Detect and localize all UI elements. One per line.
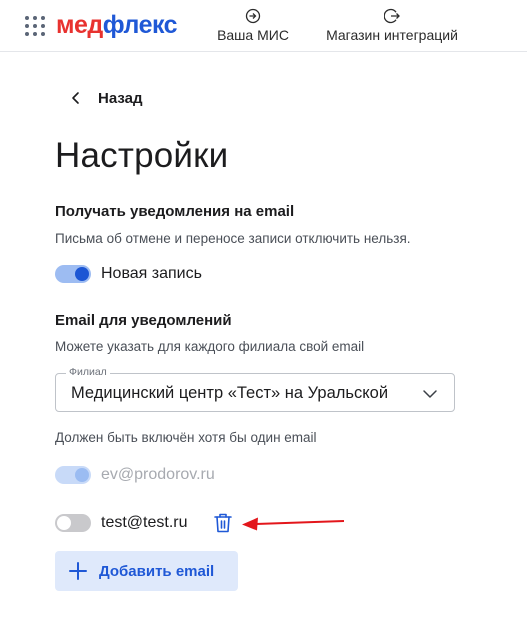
- emails-section-description: Можете указать для каждого филиала свой …: [55, 339, 365, 354]
- branch-select[interactable]: Филиал Медицинский центр «Тест» на Ураль…: [55, 366, 455, 412]
- emails-section-title: Email для уведомлений: [55, 312, 232, 329]
- top-bar: медфлекс Ваша МИС Магазин интеграций: [0, 0, 527, 52]
- email-toggle: [55, 466, 91, 484]
- notifications-section-description: Письма об отмене и переносе записи отклю…: [55, 231, 411, 246]
- page-title: Настройки: [55, 136, 229, 175]
- apps-grid-icon[interactable]: [25, 16, 45, 36]
- annotation-arrow: [242, 517, 345, 531]
- toggle-knob: [75, 267, 89, 281]
- nav-integrations-store-label: Магазин интеграций: [326, 27, 458, 43]
- new-appointment-toggle[interactable]: [55, 265, 91, 283]
- nav-integrations-store[interactable]: Магазин интеграций: [318, 8, 466, 43]
- logo[interactable]: медфлекс: [56, 10, 178, 40]
- logout-icon: [384, 8, 400, 24]
- logo-part-2: флекс: [102, 11, 178, 39]
- login-icon: [245, 8, 261, 24]
- emails-hint: Должен быть включён хотя бы один email: [55, 430, 317, 445]
- email-toggle[interactable]: [55, 514, 91, 532]
- email-row: ev@prodorov.ru: [55, 463, 215, 487]
- new-appointment-toggle-label: Новая запись: [101, 265, 202, 282]
- email-address: test@test.ru: [101, 514, 188, 531]
- chevron-left-icon: [72, 92, 79, 104]
- trash-icon[interactable]: [213, 512, 233, 534]
- chevron-down-icon: [423, 390, 437, 398]
- back-link-label: Назад: [98, 89, 143, 107]
- notifications-section-title: Получать уведомления на email: [55, 203, 295, 220]
- plus-icon: [69, 562, 87, 580]
- logo-part-1: мед: [56, 11, 103, 39]
- email-row[interactable]: test@test.ru: [55, 511, 188, 535]
- add-email-button-label: Добавить email: [99, 562, 215, 580]
- nav-your-mis-label: Ваша МИС: [217, 27, 289, 43]
- branch-select-legend: Филиал: [66, 366, 110, 378]
- back-link[interactable]: Назад: [68, 86, 142, 110]
- toggle-knob: [75, 468, 89, 482]
- branch-select-value: Медицинский центр «Тест» на Уральской: [71, 384, 389, 402]
- add-email-button[interactable]: Добавить email: [55, 551, 238, 591]
- nav-your-mis[interactable]: Ваша МИС: [212, 8, 294, 43]
- email-address: ev@prodorov.ru: [101, 466, 215, 483]
- new-appointment-toggle-row[interactable]: Новая запись: [55, 262, 202, 286]
- toggle-knob: [57, 516, 71, 530]
